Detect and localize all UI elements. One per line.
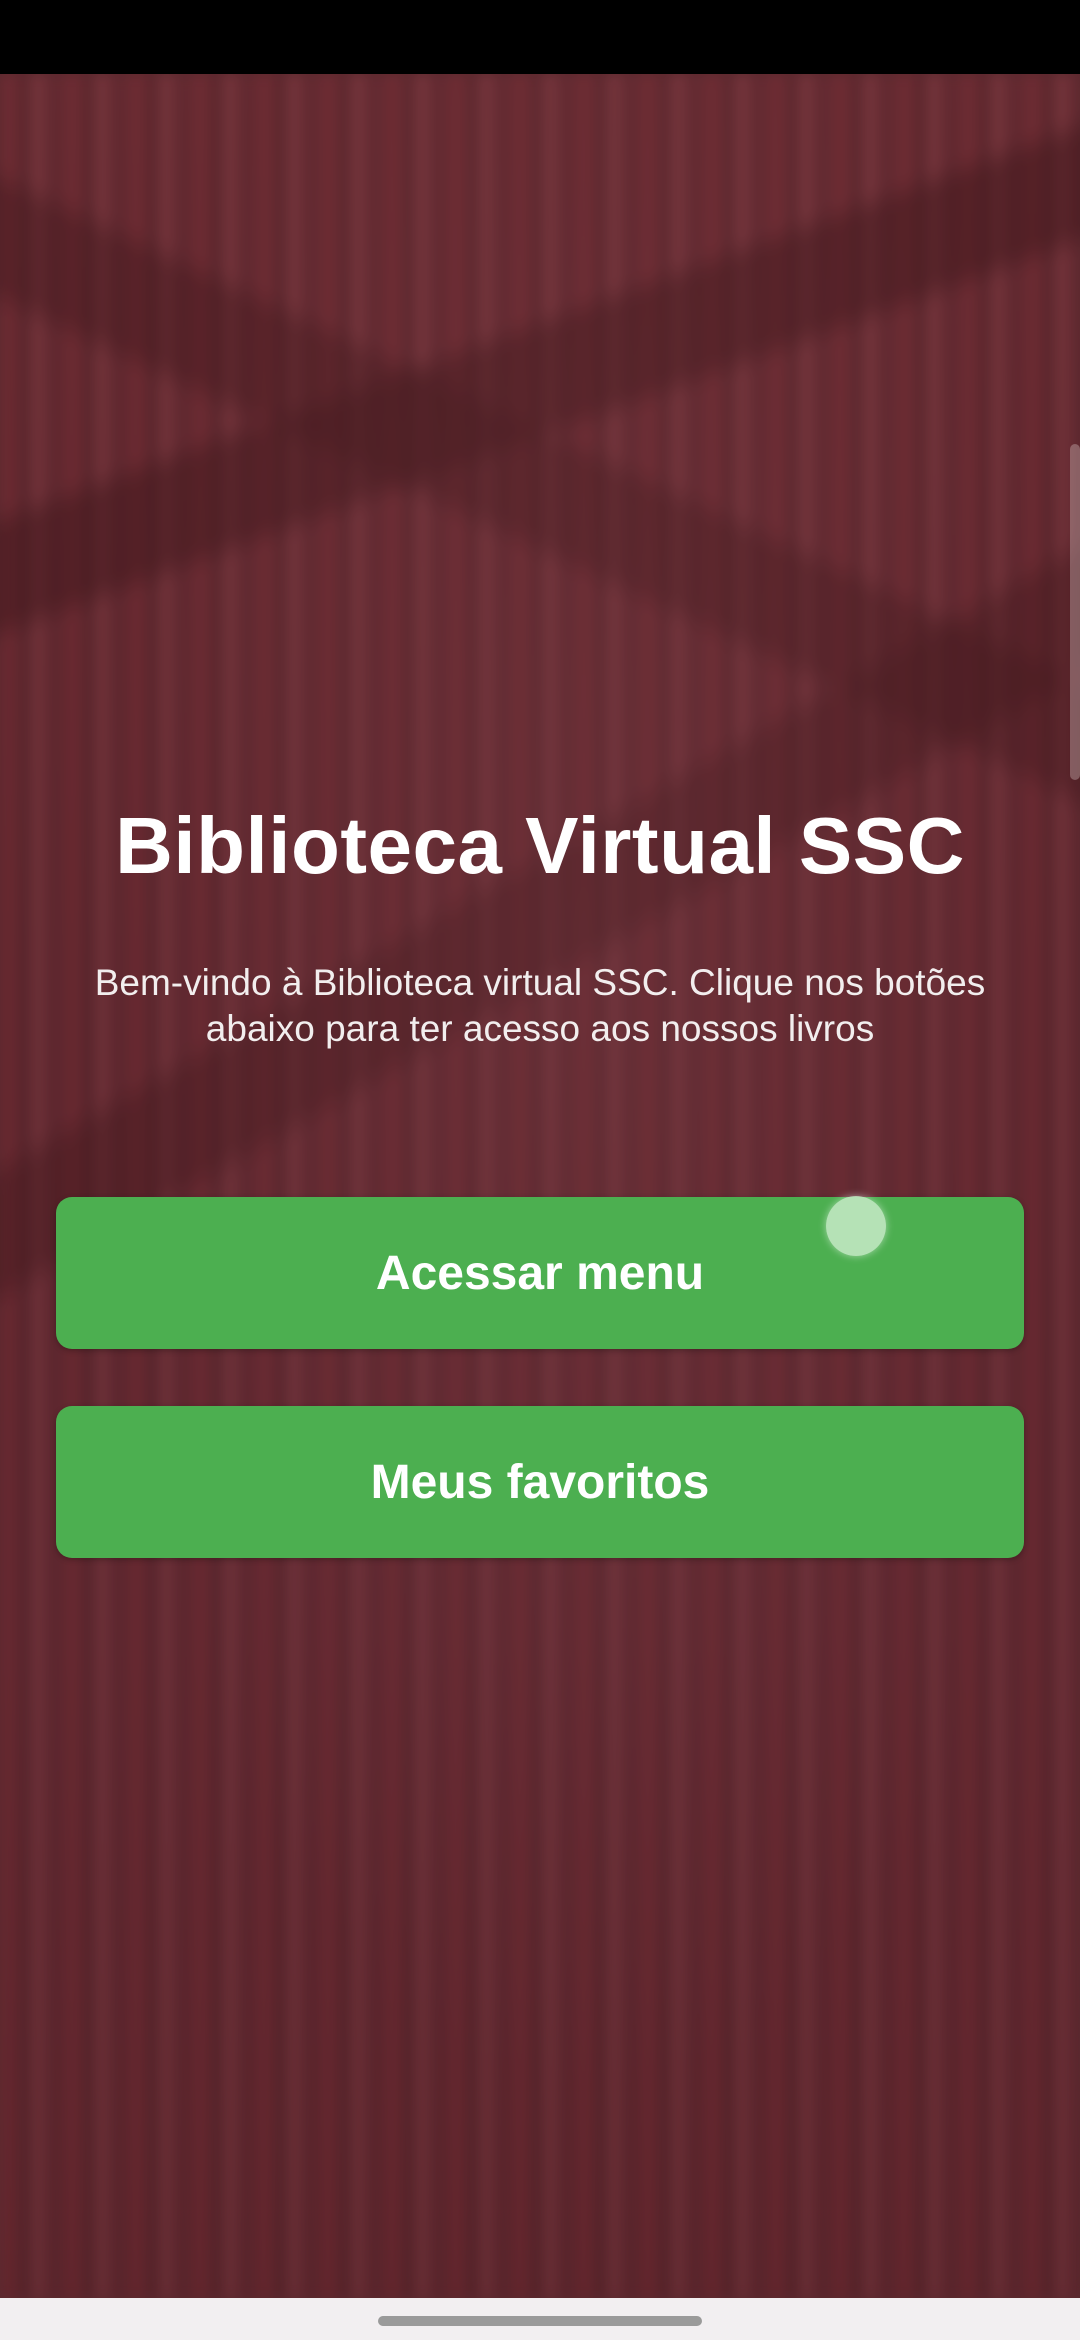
scroll-indicator[interactable] (1070, 444, 1080, 780)
page-title: Biblioteca Virtual SSC (115, 801, 965, 890)
background-overlay (0, 74, 1080, 2298)
status-bar (0, 0, 1080, 74)
touch-indicator (826, 1196, 886, 1256)
my-favorites-button[interactable]: Meus favoritos (56, 1406, 1024, 1558)
navigation-bar (0, 2298, 1080, 2340)
app-screen: Biblioteca Virtual SSC Bem-vindo à Bibli… (0, 74, 1080, 2298)
home-gesture-handle[interactable] (378, 2316, 702, 2326)
welcome-text: Bem-vindo à Biblioteca virtual SSC. Cliq… (94, 962, 986, 1049)
